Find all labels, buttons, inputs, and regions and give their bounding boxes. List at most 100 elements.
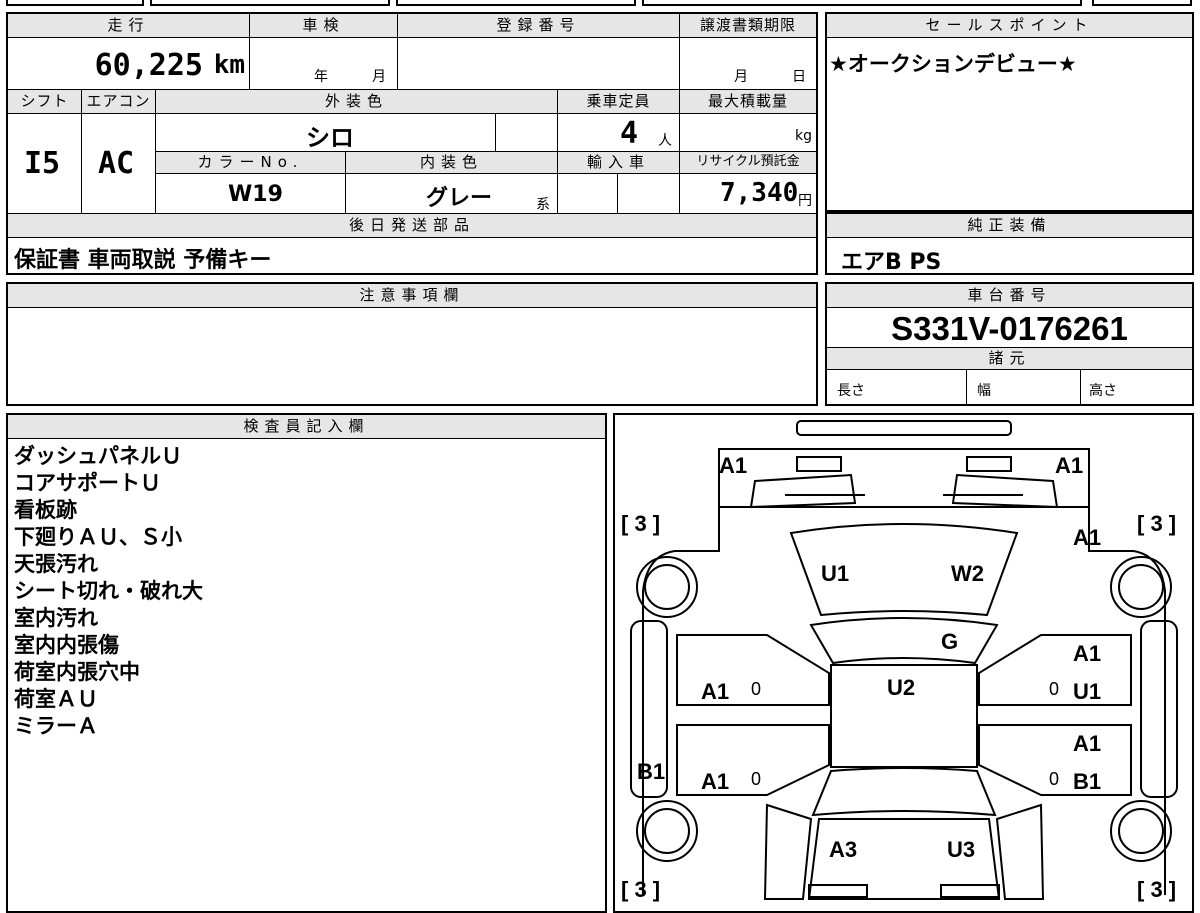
diagram-windshield: G	[941, 629, 959, 654]
transfer-deadline-header: 譲渡書類期限	[680, 14, 816, 38]
diagram-right-rear-zero: 0	[1049, 769, 1060, 789]
chassis-box: 車台番号 S331V-0176261 諸元 長さ 幅 高さ	[825, 282, 1194, 406]
diagram-fender-right: A1	[1073, 525, 1102, 550]
diagram-right-front-zero: 0	[1049, 679, 1060, 699]
spec-length-label: 長さ	[837, 383, 865, 399]
inspector-note: ミラーＡ	[14, 714, 98, 738]
diagram-right-front-door-u: U1	[1073, 679, 1102, 704]
exterior-color-value: シロ	[306, 124, 354, 152]
inspector-note: シート切れ・破れ大	[14, 579, 203, 603]
color-no-value: W19	[228, 182, 283, 207]
sales-point-header: セールスポイント	[827, 14, 1192, 38]
inspector-note: 下廻りＡＵ、Ｓ小	[14, 525, 182, 549]
spec-width-label: 幅	[977, 383, 991, 399]
registration-cell	[398, 38, 680, 90]
inspector-note: 荷室内張穴中	[14, 660, 140, 684]
diagram-left-front-door: A1	[701, 679, 730, 704]
inspector-note: 天張汚れ	[14, 552, 98, 576]
inspector-note: ダッシュパネルＵ	[14, 444, 182, 468]
interior-color-suffix: 系	[536, 197, 550, 213]
chassis-number-header: 車台番号	[827, 284, 1192, 308]
diagram-left-rear-zero: 0	[751, 769, 762, 789]
inspector-notes-list: ダッシュパネルＵ コアサポートＵ 看板跡 下廻りＡＵ、Ｓ小 天張汚れ シート切れ…	[14, 443, 203, 740]
caution-header: 注意事項欄	[8, 284, 816, 308]
interior-color-value: グレー	[426, 186, 493, 211]
recycle-header: リサイクル預託金	[680, 152, 816, 174]
capacity-unit: 人	[658, 133, 672, 149]
genuine-equipment-box: 純正装備 エアB PS	[825, 212, 1194, 275]
diagram-right-rear-door-a: A1	[1073, 731, 1102, 756]
diagram-right-front-door-a: A1	[1073, 641, 1102, 666]
top-stub-3	[396, 0, 636, 6]
spec-height-label: 高さ	[1089, 383, 1117, 399]
aircon-value: AC	[98, 146, 135, 181]
max-load-unit: kg	[795, 128, 812, 144]
mileage-cell: 60,225 km	[8, 38, 250, 90]
aircon-cell: AC	[82, 114, 156, 214]
top-stub-4	[642, 0, 1082, 6]
deadline-month-unit: 月	[734, 69, 748, 85]
diagram-front-right: A1	[1055, 453, 1084, 478]
caution-box: 注意事項欄	[6, 282, 818, 406]
inspection-year-unit: 年	[314, 69, 328, 85]
genuine-equipment-header: 純正装備	[827, 214, 1192, 238]
diagram-hood-right: W2	[951, 561, 984, 586]
diagram-roof: U2	[887, 675, 916, 700]
top-stub-5	[1092, 0, 1192, 6]
diagram-left-rear-door: A1	[701, 769, 730, 794]
max-load-cell: kg	[680, 114, 816, 152]
vehicle-outline	[630, 420, 1178, 900]
top-stub-1	[6, 0, 144, 6]
diagram-left-front-zero: 0	[751, 679, 762, 699]
diagram-left-rocker: B1	[637, 759, 666, 784]
inspection-cell: 年 月	[250, 38, 398, 90]
registration-header: 登録番号	[398, 14, 680, 38]
inspector-note: コアサポートＵ	[14, 471, 161, 495]
shift-header: シフト	[8, 90, 82, 114]
diagram-rear-right: U3	[947, 837, 976, 862]
spec-width-cell: 幅	[967, 370, 1081, 404]
inspector-header: 検査員記入欄	[8, 415, 605, 439]
inspector-note: 看板跡	[14, 498, 77, 522]
recycle-unit: 円	[798, 193, 812, 209]
diagram-front-left: A1	[719, 453, 748, 478]
diagram-tire-fr: [ 3 ]	[1137, 511, 1177, 536]
diagram-rear-left: A3	[829, 837, 858, 862]
exterior-color-extra	[496, 114, 558, 152]
sales-point-value: ★オークションデビュー★	[829, 52, 1077, 76]
genuine-equipment-value: エアB PS	[841, 250, 942, 275]
shift-value: I5	[24, 146, 61, 181]
spec-length-cell: 長さ	[827, 370, 967, 404]
mileage-header: 走行	[8, 14, 250, 38]
shift-cell: I5	[8, 114, 82, 214]
later-parts-header: 後日発送部品	[8, 214, 816, 238]
inspector-note: 荷室ＡＵ	[14, 687, 98, 711]
chassis-number-cell: S331V-0176261	[827, 308, 1192, 348]
capacity-value: 4	[620, 116, 639, 151]
diagram-right-rear-door-b: B1	[1073, 769, 1102, 794]
max-load-header: 最大積載量	[680, 90, 816, 114]
vehicle-info-table: 走行 車検 登録番号 譲渡書類期限 60,225 km 年 月 月 日 シフト …	[6, 12, 818, 275]
sales-point-box: セールスポイント ★オークションデビュー★	[825, 12, 1194, 212]
capacity-cell: 4 人	[558, 114, 680, 152]
exterior-color-cell: シロ	[156, 114, 496, 152]
exterior-color-header: 外装色	[156, 90, 558, 114]
deadline-day-unit: 日	[792, 69, 806, 85]
color-no-cell: W19	[156, 174, 346, 214]
diagram-tire-fl: [ 3 ]	[621, 511, 661, 536]
later-parts-cell: 保証書 車両取説 予備キー	[8, 238, 816, 273]
later-parts-value: 保証書 車両取説 予備キー	[14, 248, 272, 273]
inspector-box: 検査員記入欄 ダッシュパネルＵ コアサポートＵ 看板跡 下廻りＡＵ、Ｓ小 天張汚…	[6, 413, 607, 913]
import-cell-b	[618, 174, 680, 214]
diagram-tire-rr: [ 3 ]	[1137, 877, 1177, 902]
spec-height-cell: 高さ	[1081, 370, 1192, 404]
inspector-note: 室内汚れ	[14, 606, 98, 630]
import-header: 輸入車	[558, 152, 680, 174]
specs-header: 諸元	[827, 348, 1192, 370]
diagram-tire-rl: [ 3 ]	[621, 877, 661, 902]
recycle-value: 7,340	[720, 178, 799, 208]
interior-color-cell: グレー 系	[346, 174, 558, 214]
chassis-number-value: S331V-0176261	[891, 310, 1128, 347]
mileage-unit: km	[213, 50, 245, 80]
inspection-header: 車検	[250, 14, 398, 38]
